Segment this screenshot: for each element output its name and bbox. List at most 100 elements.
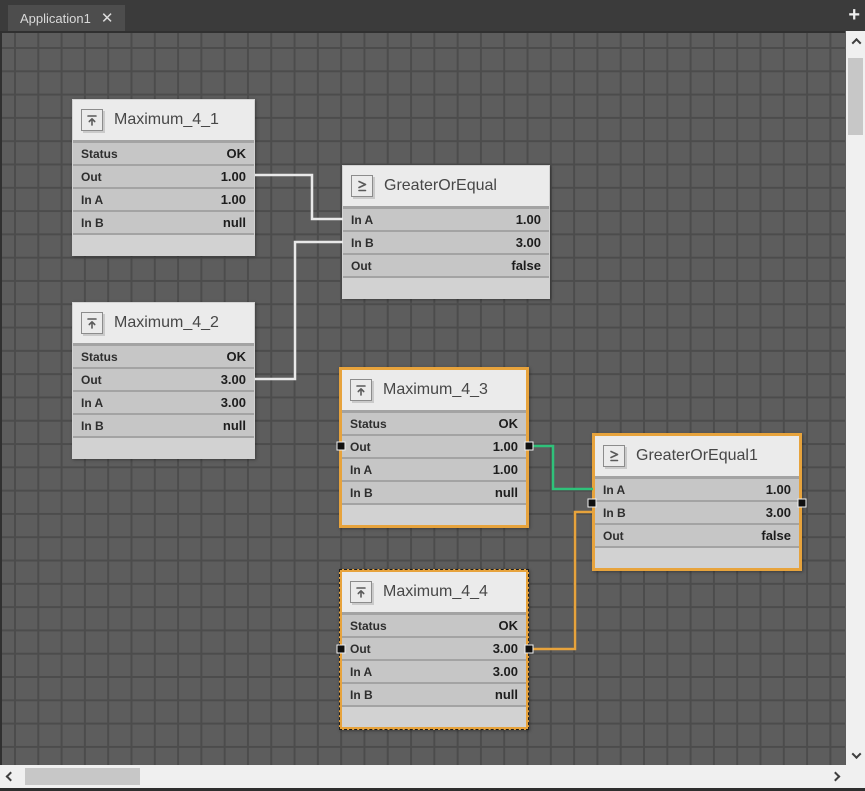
- node-row[interactable]: Status OK: [342, 615, 526, 636]
- node-footer: [342, 505, 526, 525]
- row-value: null: [223, 215, 246, 230]
- node-header[interactable]: GreaterOrEqual: [343, 166, 549, 206]
- node-row[interactable]: Status OK: [73, 346, 254, 367]
- node-footer: [73, 235, 254, 255]
- node-row[interactable]: Out 1.00: [342, 436, 526, 457]
- node-title: Maximum_4_2: [114, 314, 219, 332]
- node-title: GreaterOrEqual: [384, 177, 497, 195]
- node-row[interactable]: Out false: [595, 525, 799, 546]
- scroll-up-button[interactable]: [846, 31, 865, 51]
- row-value: false: [511, 258, 541, 273]
- scroll-down-button[interactable]: [846, 745, 865, 765]
- node-header[interactable]: Maximum_4_4: [342, 572, 526, 612]
- node-row[interactable]: Status OK: [73, 143, 254, 164]
- node-greaterorequal[interactable]: GreaterOrEqual In A 1.00 In B 3.00 Out f…: [342, 165, 550, 299]
- row-label: In A: [603, 483, 625, 497]
- row-value: 1.00: [493, 462, 518, 477]
- node-footer: [595, 548, 799, 568]
- row-label: Status: [350, 619, 387, 633]
- node-row[interactable]: In A 1.00: [342, 459, 526, 480]
- connection-handle[interactable]: [525, 645, 534, 654]
- tab-application1[interactable]: Application1 ✕: [8, 5, 125, 31]
- node-title: Maximum_4_1: [114, 111, 219, 129]
- node-maximum-4-2[interactable]: Maximum_4_2 Status OK Out 3.00 In A 3.00…: [72, 302, 255, 459]
- row-label: Status: [350, 417, 387, 431]
- row-value: null: [495, 485, 518, 500]
- row-value: 3.00: [766, 505, 791, 520]
- horizontal-scrollbar[interactable]: [0, 765, 845, 788]
- row-value: 3.00: [221, 395, 246, 410]
- node-maximum-4-4[interactable]: Maximum_4_4 Status OK Out 3.00 In A 3.00…: [339, 569, 529, 730]
- node-row[interactable]: In B 3.00: [343, 232, 549, 253]
- chevron-up-icon: [851, 37, 861, 47]
- connection-handle[interactable]: [525, 442, 534, 451]
- row-label: In A: [350, 463, 372, 477]
- row-value: 1.00: [221, 169, 246, 184]
- connection-handle[interactable]: [337, 442, 346, 451]
- row-label: In B: [603, 506, 626, 520]
- node-greaterorequal1[interactable]: GreaterOrEqual1 In A 1.00 In B 3.00 Out …: [592, 433, 802, 571]
- maximum-icon: [81, 312, 103, 334]
- node-row[interactable]: In B null: [342, 482, 526, 503]
- tab-close-icon[interactable]: ✕: [101, 11, 114, 26]
- row-label: Out: [81, 170, 102, 184]
- row-label: Status: [81, 147, 118, 161]
- vertical-scroll-thumb[interactable]: [848, 58, 863, 135]
- node-row[interactable]: In B null: [342, 684, 526, 705]
- node-header[interactable]: Maximum_4_2: [73, 303, 254, 343]
- row-value: 1.00: [516, 212, 541, 227]
- diagram-canvas[interactable]: Maximum_4_1 Status OK Out 1.00 In A 1.00…: [0, 31, 845, 765]
- chevron-left-icon: [5, 771, 15, 781]
- wire-max41-to-gte-ina[interactable]: [255, 175, 343, 219]
- greater-or-equal-icon: [603, 445, 625, 467]
- node-title: GreaterOrEqual1: [636, 447, 758, 465]
- horizontal-scroll-thumb[interactable]: [25, 768, 140, 785]
- row-value: 1.00: [766, 482, 791, 497]
- row-value: OK: [227, 349, 247, 364]
- wire-max43-to-gte1-ina[interactable]: [529, 446, 593, 489]
- node-row[interactable]: Out 3.00: [342, 638, 526, 659]
- row-value: null: [495, 687, 518, 702]
- row-label: Out: [350, 440, 371, 454]
- maximum-icon: [81, 109, 103, 131]
- node-maximum-4-3[interactable]: Maximum_4_3 Status OK Out 1.00 In A 1.00…: [339, 367, 529, 528]
- node-row[interactable]: Out 1.00: [73, 166, 254, 187]
- node-footer: [342, 707, 526, 727]
- node-maximum-4-1[interactable]: Maximum_4_1 Status OK Out 1.00 In A 1.00…: [72, 99, 255, 256]
- row-label: In B: [350, 688, 373, 702]
- greater-or-equal-icon: [351, 175, 373, 197]
- scroll-right-button[interactable]: [825, 766, 845, 786]
- node-row[interactable]: In A 1.00: [595, 479, 799, 500]
- node-header[interactable]: GreaterOrEqual1: [595, 436, 799, 476]
- row-value: 1.00: [493, 439, 518, 454]
- node-header[interactable]: Maximum_4_1: [73, 100, 254, 140]
- node-row[interactable]: Out false: [343, 255, 549, 276]
- wire-max42-to-gte-inb[interactable]: [255, 242, 343, 379]
- row-value: 3.00: [493, 641, 518, 656]
- row-label: In B: [81, 419, 104, 433]
- scroll-left-button[interactable]: [0, 766, 20, 786]
- wire-max44-to-gte1-inb[interactable]: [529, 512, 593, 649]
- row-label: Out: [351, 259, 372, 273]
- node-row[interactable]: Out 3.00: [73, 369, 254, 390]
- connection-handle[interactable]: [588, 499, 597, 508]
- node-header[interactable]: Maximum_4_3: [342, 370, 526, 410]
- add-tab-icon[interactable]: +: [848, 4, 860, 27]
- chevron-right-icon: [830, 771, 840, 781]
- node-row[interactable]: In B null: [73, 415, 254, 436]
- row-value: 3.00: [221, 372, 246, 387]
- vertical-scrollbar[interactable]: [845, 31, 865, 765]
- row-label: Out: [81, 373, 102, 387]
- connection-handle[interactable]: [337, 645, 346, 654]
- node-row[interactable]: In B null: [73, 212, 254, 233]
- node-row[interactable]: In A 1.00: [73, 189, 254, 210]
- row-label: In A: [81, 396, 103, 410]
- node-row[interactable]: In A 3.00: [342, 661, 526, 682]
- node-row[interactable]: In A 3.00: [73, 392, 254, 413]
- node-row[interactable]: Status OK: [342, 413, 526, 434]
- row-label: In B: [350, 486, 373, 500]
- connection-handle[interactable]: [798, 499, 807, 508]
- node-row[interactable]: In A 1.00: [343, 209, 549, 230]
- node-row[interactable]: In B 3.00: [595, 502, 799, 523]
- node-title: Maximum_4_4: [383, 583, 488, 601]
